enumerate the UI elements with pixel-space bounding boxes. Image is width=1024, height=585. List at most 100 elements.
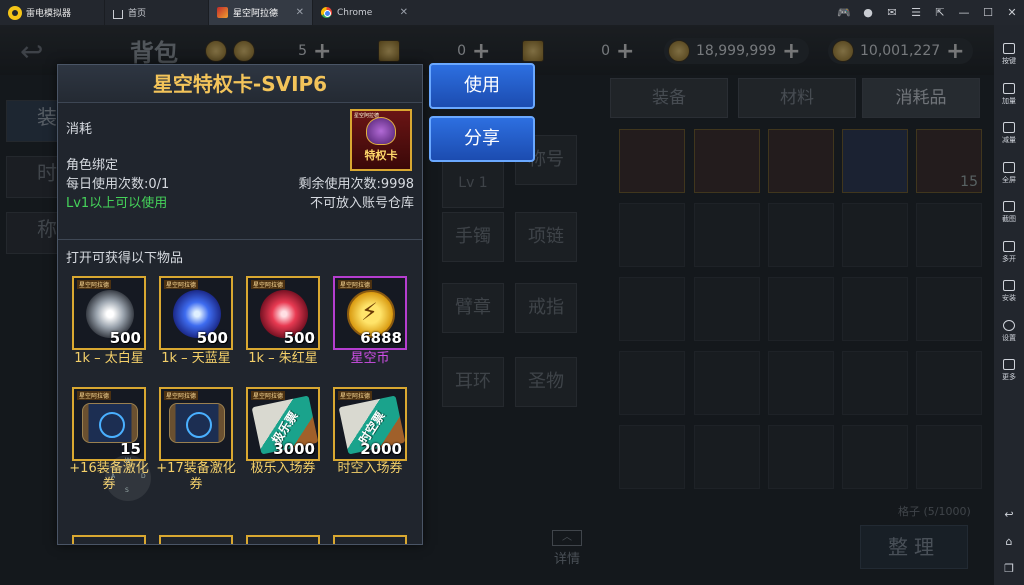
tab-label: 星空阿拉德 — [233, 9, 279, 19]
sidebar-item-keymap[interactable]: 按键 — [994, 35, 1024, 75]
reward-label: 星空币 — [350, 351, 390, 366]
divider — [58, 239, 422, 240]
scroll-icon — [169, 403, 225, 443]
joystick-d: D — [141, 473, 146, 480]
sidebar-label: 减量 — [1002, 136, 1016, 145]
reward-tag: 星空阿拉德 — [164, 280, 199, 289]
sidebar-item-more[interactable]: 更多 — [994, 351, 1024, 391]
reward-item[interactable]: 星空阿拉德 500 — [72, 276, 146, 350]
sidebar-item-screenshot[interactable]: 截图 — [994, 193, 1024, 233]
virtual-joystick[interactable]: W A D S — [105, 455, 151, 501]
reward-item[interactable]: 星空阿拉德 500 — [159, 276, 233, 350]
sidebar-label: 安装 — [1002, 294, 1016, 303]
tab-chrome[interactable]: Chrome ✕ — [312, 0, 416, 25]
reward-item-partial[interactable] — [72, 535, 146, 544]
sidebar-label: 全屏 — [1002, 175, 1016, 184]
gear-icon — [1003, 319, 1015, 331]
rewards-header: 打开可获得以下物品 — [66, 251, 184, 266]
reward-item-partial[interactable] — [246, 535, 320, 544]
sidebar-label: 截图 — [1002, 215, 1016, 224]
sidebar-label: 更多 — [1002, 373, 1016, 382]
reward-item[interactable]: 星空阿拉德 6888 — [333, 276, 407, 350]
reward-qty: 6888 — [360, 329, 402, 347]
apk-icon — [1003, 280, 1015, 292]
window-controls: 🎮 ● ✉ ☰ ⇱ — ☐ ✕ — [832, 0, 1024, 25]
sidebar-label: 多开 — [1002, 254, 1016, 263]
emulator-app-name: 雷电模拟器 — [26, 9, 72, 19]
scroll-icon — [82, 403, 138, 443]
gamepad-icon[interactable]: 🎮 — [832, 6, 856, 19]
joystick-a: A — [111, 473, 116, 480]
fullscreen-icon — [1003, 161, 1015, 173]
item-icon: 星空阿拉德 特权卡 — [350, 109, 412, 171]
reward-qty: 500 — [196, 329, 228, 347]
tab-game[interactable]: 星空阿拉德 ✕ — [208, 0, 312, 25]
game-screen: ↩ 背包 5 + 0 + 0 + 18,999,999 + 10,001,227… — [0, 25, 994, 585]
more-icon — [1003, 359, 1015, 371]
reward-qty: 3000 — [273, 440, 315, 458]
recents-icon[interactable]: ❐ — [1004, 562, 1014, 575]
reward-tag: 星空阿拉德 — [251, 391, 286, 400]
float-window-icon[interactable]: ⇱ — [928, 6, 952, 19]
scissors-icon — [1003, 201, 1015, 213]
maximize-icon[interactable]: ☐ — [976, 6, 1000, 19]
reward-item-partial[interactable] — [159, 535, 233, 544]
reward-tag: 星空阿拉德 — [77, 391, 112, 400]
sidebar-item-settings[interactable]: 设置 — [994, 312, 1024, 352]
minimize-icon[interactable]: — — [952, 6, 976, 19]
menu-icon[interactable]: ☰ — [904, 6, 928, 19]
reward-item[interactable]: 星空阿拉德 500 — [246, 276, 320, 350]
item-type: 消耗 — [66, 122, 93, 137]
svip-emblem-icon — [366, 117, 396, 145]
reward-tag: 星空阿拉德 — [338, 391, 373, 400]
use-button[interactable]: 使用 — [429, 63, 535, 109]
reward-label: 1k – 朱红星 — [248, 351, 318, 366]
reward-item[interactable]: 星空阿拉德 15 — [72, 387, 146, 461]
sidebar-item-volume-down[interactable]: 减量 — [994, 114, 1024, 154]
joystick-s: S — [125, 487, 129, 494]
keyboard-icon — [1003, 43, 1015, 55]
account-icon[interactable]: ● — [856, 6, 880, 19]
reward-label: +17装备激化券 — [156, 461, 236, 492]
share-button[interactable]: 分享 — [429, 116, 535, 162]
sidebar-item-fullscreen[interactable]: 全屏 — [994, 154, 1024, 194]
home-nav-icon[interactable]: ⌂ — [1006, 535, 1013, 548]
sidebar-label: 设置 — [1002, 333, 1016, 342]
reward-qty: 500 — [109, 329, 141, 347]
sidebar-item-volume-up[interactable]: 加量 — [994, 75, 1024, 115]
mail-icon[interactable]: ✉ — [880, 6, 904, 19]
reward-tag: 星空阿拉德 — [338, 280, 373, 289]
sidebar-label: 加量 — [1002, 96, 1016, 105]
bind-type: 角色绑定 — [66, 158, 119, 173]
emulator-titlebar: 雷电模拟器 首页 星空阿拉德 ✕ Chrome ✕ 🎮 ● ✉ ☰ ⇱ — ☐ … — [0, 0, 1024, 25]
reward-tag: 星空阿拉德 — [251, 280, 286, 289]
reward-label: 极乐入场券 — [250, 461, 316, 476]
multi-window-icon — [1003, 240, 1015, 252]
tab-label: Chrome — [337, 7, 373, 18]
reward-item[interactable]: 极乐票 星空阿拉德 3000 — [246, 387, 320, 461]
reward-item[interactable]: 星空阿拉德 — [159, 387, 233, 461]
close-tab-icon[interactable]: ✕ — [400, 7, 408, 18]
close-window-icon[interactable]: ✕ — [1000, 6, 1024, 19]
close-tab-icon[interactable]: ✕ — [296, 7, 304, 18]
chrome-icon — [321, 7, 332, 18]
volume-down-icon — [1003, 122, 1015, 134]
joystick-w: W — [125, 457, 131, 464]
reward-label: 1k – 天蓝星 — [161, 351, 231, 366]
sidebar-item-install-apk[interactable]: 安装 — [994, 272, 1024, 312]
level-requirement: Lv1以上可以使用 — [66, 196, 168, 211]
sidebar-item-multi-instance[interactable]: 多开 — [994, 233, 1024, 273]
game-app-icon — [217, 7, 228, 18]
reward-item[interactable]: 时空票 星空阿拉德 2000 — [333, 387, 407, 461]
home-icon — [113, 9, 123, 19]
back-icon[interactable]: ↩ — [1004, 508, 1013, 521]
daily-uses: 每日使用次数:0/1 — [66, 177, 170, 192]
storage-restriction: 不可放入账号仓库 — [309, 196, 414, 211]
reward-tag: 星空阿拉德 — [164, 391, 199, 400]
tab-home[interactable]: 首页 — [104, 0, 208, 25]
leidian-logo-icon — [8, 5, 22, 20]
item-icon-label: 特权卡 — [364, 149, 398, 162]
reward-item-partial[interactable] — [333, 535, 407, 544]
tab-label: 首页 — [128, 9, 147, 19]
volume-up-icon — [1003, 82, 1015, 94]
